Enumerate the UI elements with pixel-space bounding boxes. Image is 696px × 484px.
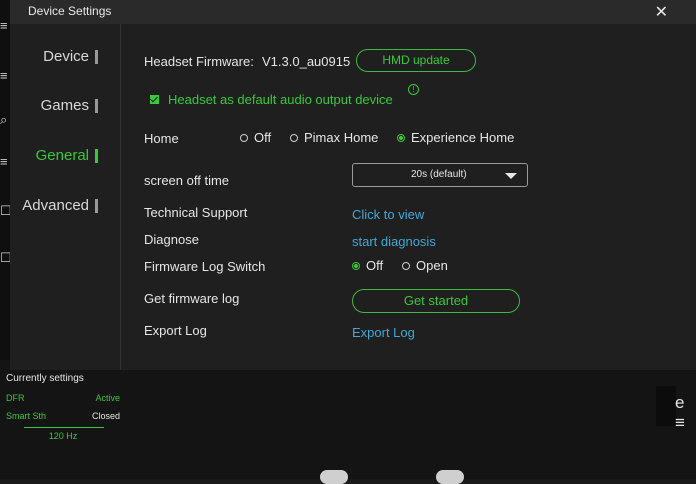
firmware-version: V1.3.0_au0915 — [262, 54, 351, 69]
screen-off-label: screen off time — [144, 173, 230, 188]
background-glyph: ≡ — [0, 154, 8, 169]
firmware-label: Headset Firmware: — [144, 54, 254, 69]
background-glyph: ≡ — [0, 68, 8, 83]
home-radio-off[interactable]: Off — [240, 130, 271, 145]
audio-default-row[interactable]: Headset as default audio output device — [150, 92, 393, 107]
sidebar-indicator — [95, 98, 98, 113]
diagnose-label: Diagnose — [144, 232, 199, 247]
chevron-down-icon — [505, 173, 517, 179]
sidebar-item-label: General — [35, 147, 89, 164]
background-glyph: ≡ — [0, 18, 8, 33]
technical-support-label: Technical Support — [144, 205, 248, 220]
radio-icon — [402, 261, 410, 270]
firmware-log-switch-label: Firmware Log Switch — [144, 259, 266, 274]
hmd-update-button[interactable]: HMD update — [356, 49, 476, 72]
export-log-label: Export Log — [144, 323, 207, 338]
firmware-log-label: Get firmware log — [144, 291, 240, 306]
radio-icon — [290, 133, 298, 142]
audio-default-checkbox[interactable] — [150, 95, 159, 104]
status-value: Active — [95, 393, 120, 403]
status-key: Smart Sth — [6, 411, 47, 421]
log-switch-radio-off[interactable]: Off — [352, 258, 383, 273]
get-started-button[interactable]: Get started — [352, 289, 520, 313]
status-value: Closed — [91, 411, 120, 421]
sidebar-item-label: Device — [43, 48, 89, 65]
close-icon[interactable]: ✕ — [655, 2, 668, 22]
click-to-view-link[interactable]: Click to view — [352, 207, 424, 222]
info-icon: ! — [408, 84, 419, 95]
sidebar-indicator — [95, 198, 98, 213]
status-title: Currently settings — [6, 373, 84, 384]
refresh-rate: 120 Hz — [48, 431, 78, 441]
start-diagnosis-link[interactable]: start diagnosis — [352, 234, 436, 249]
background-glyph: e ≡ — [675, 393, 685, 432]
sidebar-item-advanced[interactable]: Advanced — [22, 197, 98, 214]
radio-label: Pimax Home — [304, 130, 379, 145]
status-divider — [24, 427, 104, 428]
home-radio-pimax-home[interactable]: Pimax Home — [290, 130, 378, 145]
sidebar-item-label: Advanced — [22, 197, 89, 214]
settings-sidebar: Device Games General Advanced — [10, 24, 121, 370]
background-glyph: ⌕ — [0, 112, 8, 127]
screen-off-select[interactable]: 20s (default) — [352, 163, 528, 187]
sidebar-item-general[interactable]: General — [36, 147, 98, 164]
home-radio-experience-home[interactable]: Experience Home — [397, 130, 514, 145]
log-switch-radio-open[interactable]: Open — [402, 258, 448, 273]
sidebar-item-label: Games — [40, 97, 89, 114]
sidebar-item-device[interactable]: Device — [43, 48, 98, 65]
dialog-title: Device Settings — [28, 4, 112, 18]
radio-icon — [240, 133, 248, 142]
home-label: Home — [144, 131, 179, 146]
radio-selected-icon — [397, 133, 405, 142]
radio-label: Off — [254, 130, 272, 145]
radio-label: Experience Home — [411, 130, 515, 145]
sidebar-indicator — [95, 49, 98, 64]
radio-label: Open — [416, 258, 448, 273]
device-settings-dialog: Device Settings ✕ Device Games General A… — [10, 0, 696, 370]
audio-default-label: Headset as default audio output device — [168, 92, 393, 107]
dialog-titlebar: Device Settings ✕ — [10, 0, 696, 24]
background-scroll-knob — [320, 470, 348, 484]
background-panel — [656, 386, 676, 426]
background-scroll-knob — [436, 470, 464, 484]
screen-off-value: 20s (default) — [411, 169, 467, 180]
export-log-link[interactable]: Export Log — [352, 325, 415, 340]
radio-selected-icon — [352, 261, 360, 270]
sidebar-indicator — [95, 148, 98, 163]
status-key: DFR — [6, 393, 25, 403]
radio-label: Off — [366, 258, 384, 273]
sidebar-item-games[interactable]: Games — [41, 97, 98, 114]
